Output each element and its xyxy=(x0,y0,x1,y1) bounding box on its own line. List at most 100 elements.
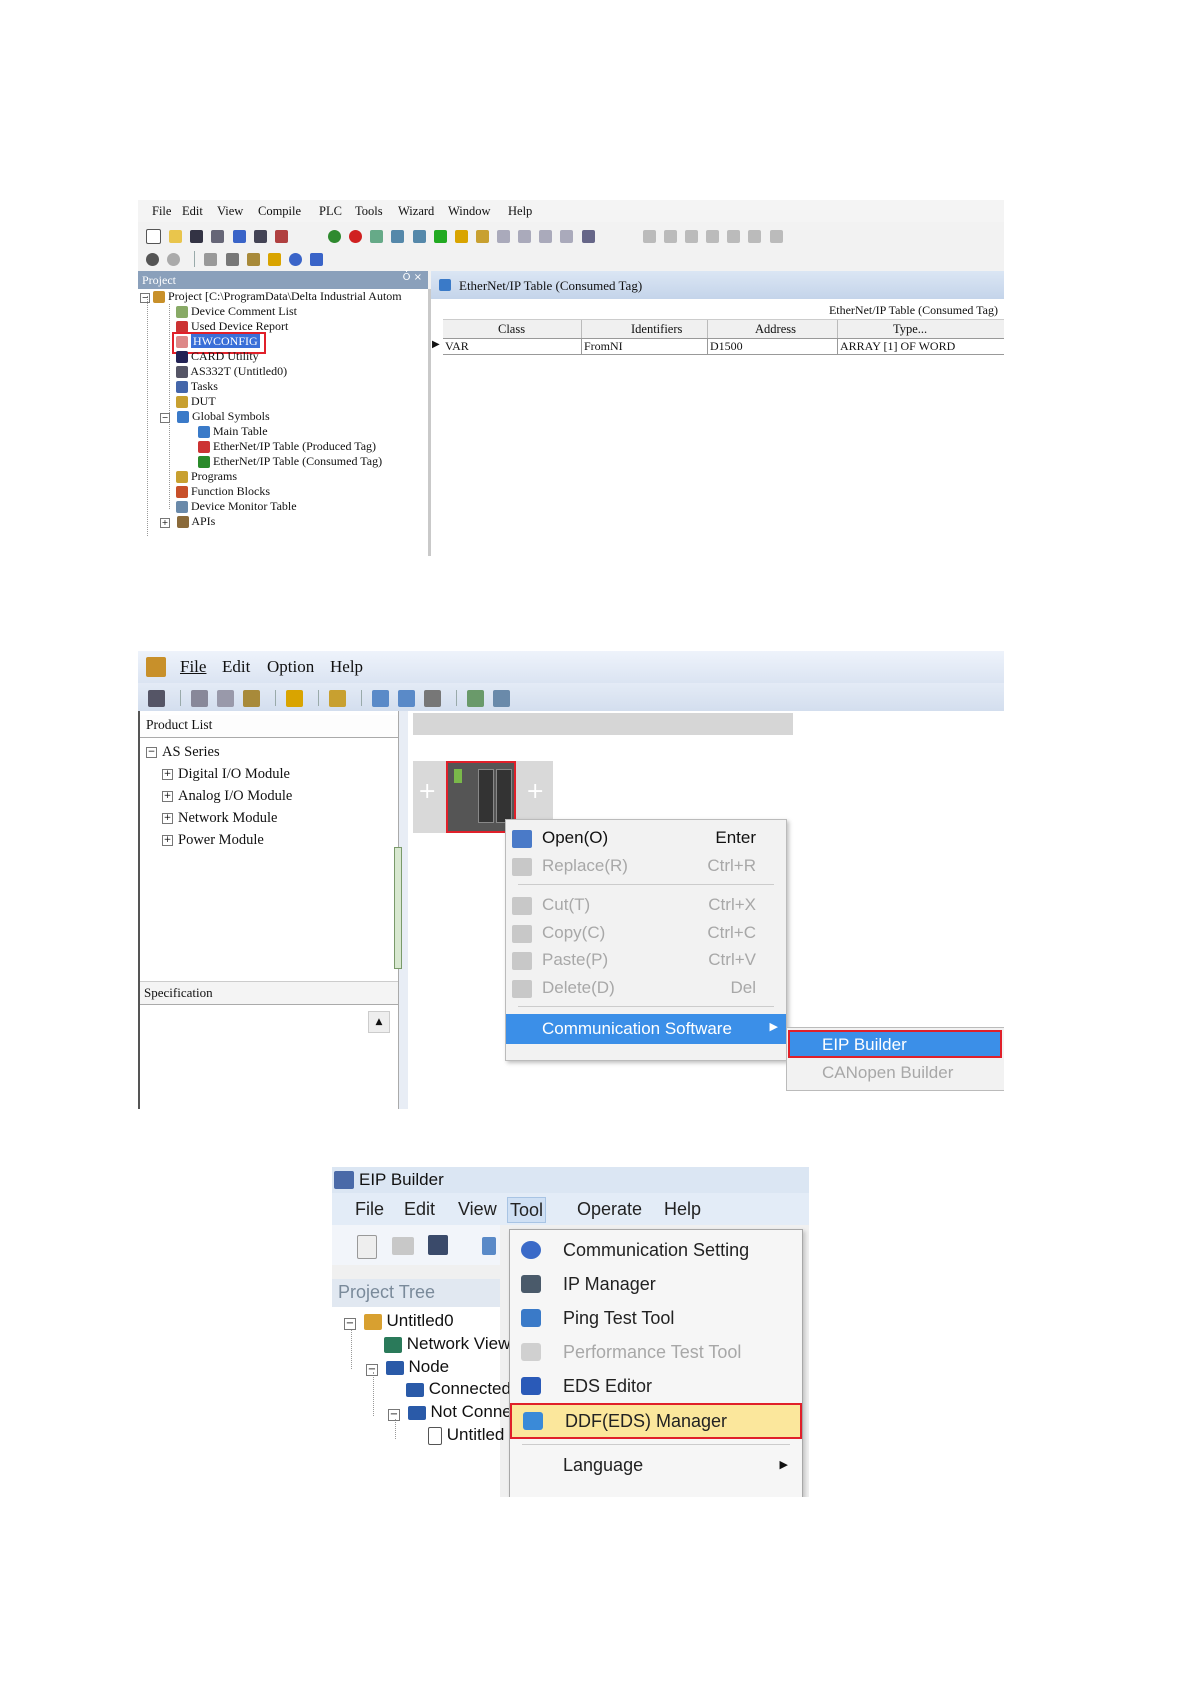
stop-icon[interactable] xyxy=(349,229,363,243)
menu-item-eip-builder[interactable]: EIP Builder xyxy=(788,1030,1002,1058)
edit-icon[interactable] xyxy=(329,689,346,707)
tree-item-function-blocks[interactable]: Function Blocks xyxy=(176,484,270,499)
menu-help[interactable]: Help xyxy=(508,204,532,219)
tree-item-tasks[interactable]: Tasks xyxy=(176,379,218,394)
menu-item-ip-manager[interactable]: IP Manager xyxy=(510,1267,802,1301)
menu-option[interactable]: Option xyxy=(267,657,314,677)
open-folder-icon[interactable] xyxy=(169,229,183,243)
menu-view[interactable]: View xyxy=(217,204,243,219)
column-address[interactable]: Address xyxy=(755,322,796,337)
scroll-up-icon[interactable]: ▲ xyxy=(368,1011,390,1033)
tree-item-as-series[interactable]: − AS Series xyxy=(146,744,220,761)
view-icon[interactable] xyxy=(232,229,246,243)
new-file-icon[interactable] xyxy=(146,228,161,244)
window-icon[interactable] xyxy=(253,229,267,243)
cut-icon[interactable] xyxy=(191,689,208,707)
book-icon[interactable] xyxy=(274,229,288,243)
menu-item-performance-test[interactable]: Performance Test Tool xyxy=(510,1335,802,1369)
menu-window[interactable]: Window xyxy=(448,204,491,219)
tree-item-device-monitor[interactable]: Device Monitor Table xyxy=(176,499,297,514)
menu-item-communication-software[interactable]: Communication Software ▶ xyxy=(506,1014,786,1044)
tree-item-programs[interactable]: Programs xyxy=(176,469,237,484)
copy-icon[interactable] xyxy=(225,252,239,266)
menu-item-paste[interactable]: Paste(P) Ctrl+V xyxy=(506,946,786,974)
tree-item-network-view[interactable]: Network View xyxy=(384,1334,510,1354)
menu-edit[interactable]: Edit xyxy=(182,204,203,219)
menu-item-ddf-eds-manager[interactable]: DDF(EDS) Manager xyxy=(510,1403,802,1439)
column-identifiers[interactable]: Identifiers xyxy=(631,322,682,337)
menu-view[interactable]: View xyxy=(458,1199,497,1220)
network-icon[interactable] xyxy=(581,229,595,243)
add-right-icon[interactable]: + xyxy=(526,779,544,804)
monitor-icon[interactable] xyxy=(467,689,484,707)
tree-item-untitled-device[interactable]: Untitled xyxy=(428,1425,504,1445)
tree-item-global-symbols[interactable]: − Global Symbols xyxy=(160,409,270,424)
monitor-icon[interactable] xyxy=(433,229,447,243)
tree-item-node[interactable]: − Node xyxy=(366,1357,449,1377)
print-icon[interactable] xyxy=(211,229,225,243)
download-icon[interactable] xyxy=(372,689,389,707)
scan-icon[interactable] xyxy=(424,689,441,707)
paste-icon[interactable] xyxy=(243,689,260,707)
replace-icon[interactable] xyxy=(310,252,323,266)
menu-edit[interactable]: Edit xyxy=(222,657,250,677)
paste-icon[interactable] xyxy=(246,252,260,266)
menu-item-copy[interactable]: Copy(C) Ctrl+C xyxy=(506,919,786,947)
menu-item-delete[interactable]: Delete(D) Del xyxy=(506,974,786,1002)
menu-item-replace[interactable]: Replace(R) Ctrl+R xyxy=(506,852,786,880)
compile-icon[interactable] xyxy=(370,229,384,243)
cut-icon[interactable] xyxy=(204,252,218,266)
download-icon[interactable] xyxy=(391,229,405,243)
menu-item-ping-test[interactable]: Ping Test Tool xyxy=(510,1301,802,1335)
tree-item-eip-consumed[interactable]: EtherNet/IP Table (Consumed Tag) xyxy=(198,454,382,469)
tree-item-apis[interactable]: + APIs xyxy=(160,514,215,529)
new-file-icon[interactable] xyxy=(357,1235,377,1259)
tree-item-device-comment-list[interactable]: Device Comment List xyxy=(176,304,297,319)
menu-tool[interactable]: Tool xyxy=(507,1197,547,1223)
tree-item-eip-produced[interactable]: EtherNet/IP Table (Produced Tag) xyxy=(198,439,376,454)
menu-item-canopen-builder[interactable]: CANopen Builder xyxy=(788,1060,1002,1088)
splitter-handle[interactable] xyxy=(394,847,402,969)
menu-wizard[interactable]: Wizard xyxy=(398,204,434,219)
tree-item-untitled0[interactable]: − Untitled0 xyxy=(344,1311,454,1331)
menu-operate[interactable]: Operate xyxy=(577,1199,642,1220)
menu-item-open[interactable]: Open(O) Enter xyxy=(506,824,786,852)
eraser-icon[interactable] xyxy=(454,229,468,243)
save-icon[interactable] xyxy=(190,229,204,243)
tree-item-connected[interactable]: Connected xyxy=(406,1379,511,1399)
settings-icon[interactable] xyxy=(475,229,489,243)
run-icon[interactable] xyxy=(328,229,341,243)
upload-icon[interactable] xyxy=(412,229,426,243)
column-class[interactable]: Class xyxy=(498,322,525,337)
save-icon[interactable] xyxy=(148,689,165,707)
column-type[interactable]: Type... xyxy=(893,322,927,337)
menu-compile[interactable]: Compile xyxy=(258,204,301,219)
menu-help[interactable]: Help xyxy=(330,657,363,677)
undo-icon[interactable] xyxy=(482,1237,496,1255)
menu-tools[interactable]: Tools xyxy=(355,204,383,219)
save-icon[interactable] xyxy=(428,1235,448,1255)
menu-file[interactable]: File xyxy=(355,1199,384,1220)
menu-plc[interactable]: PLC xyxy=(319,204,342,219)
open-folder-icon[interactable] xyxy=(392,1237,414,1255)
tree-item-card-utility[interactable]: CARD Utility xyxy=(176,349,259,364)
menu-edit[interactable]: Edit xyxy=(404,1199,435,1220)
menu-file[interactable]: File xyxy=(180,657,206,677)
menu-file[interactable]: File xyxy=(152,204,171,219)
tree-item-digital-io[interactable]: + Digital I/O Module xyxy=(162,766,290,783)
tree-item-power-module[interactable]: + Power Module xyxy=(162,832,264,849)
connect-icon[interactable] xyxy=(146,252,159,266)
menu-help[interactable]: Help xyxy=(664,1199,701,1220)
disconnect-icon[interactable] xyxy=(167,252,181,266)
find-icon[interactable] xyxy=(288,252,302,266)
eraser-icon[interactable] xyxy=(286,689,303,707)
tree-item-analog-io[interactable]: + Analog I/O Module xyxy=(162,788,292,805)
pin-close-icon[interactable]: Ȱ × xyxy=(403,272,422,283)
tree-item-dut[interactable]: DUT xyxy=(176,394,216,409)
upload-icon[interactable] xyxy=(398,689,415,707)
menu-item-cut[interactable]: Cut(T) Ctrl+X xyxy=(506,891,786,919)
tree-item-main-table[interactable]: Main Table xyxy=(198,424,268,439)
menu-item-language[interactable]: Language ▶ xyxy=(510,1448,802,1482)
copy-icon[interactable] xyxy=(217,689,234,707)
menu-item-communication-setting[interactable]: Communication Setting xyxy=(510,1233,802,1267)
